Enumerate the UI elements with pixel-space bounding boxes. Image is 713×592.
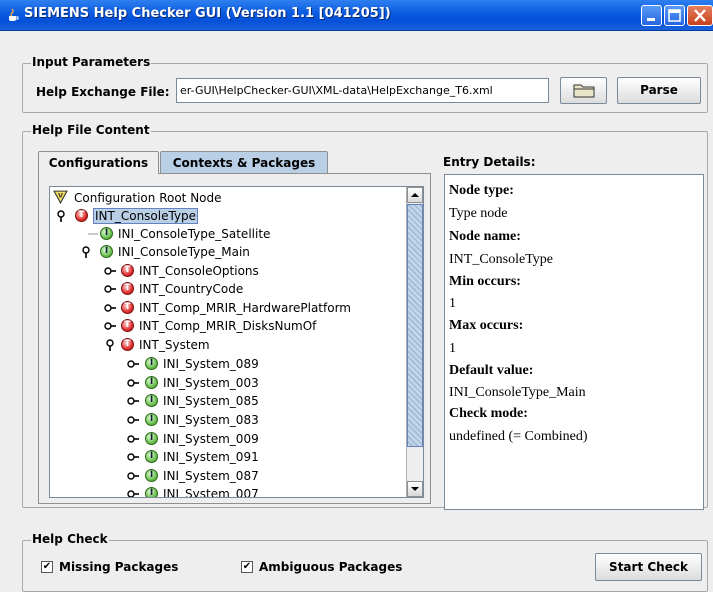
collapsed-handle-icon[interactable] xyxy=(104,302,116,314)
check-mode-value: undefined (= Combined) xyxy=(449,429,588,444)
help-exchange-file-label: Help Exchange File: xyxy=(36,85,170,99)
type-node-icon: T xyxy=(121,282,134,295)
minimize-icon xyxy=(647,18,655,21)
max-occurs-value: 1 xyxy=(449,341,456,356)
collapsed-handle-icon[interactable] xyxy=(127,433,139,445)
collapsed-handle-icon[interactable] xyxy=(127,358,139,370)
window-title: SIEMENS Help Checker GUI (Version 1.1 [0… xyxy=(24,6,391,21)
tree-node-label: INI_System_087 xyxy=(163,469,259,483)
parse-button[interactable]: Parse xyxy=(617,77,701,104)
java-cup-icon xyxy=(9,8,19,21)
scroll-up-button[interactable] xyxy=(407,187,423,203)
checkmark-icon: ✔ xyxy=(241,561,253,573)
expanded-handle-icon[interactable] xyxy=(55,210,67,222)
node-type-value: Type node xyxy=(449,206,508,221)
entry-details-panel: Node type: Type node Node name: INT_Cons… xyxy=(444,174,704,510)
node-name-key: Node name: xyxy=(449,229,521,244)
type-node-icon: T xyxy=(121,264,134,277)
collapsed-handle-icon[interactable] xyxy=(127,470,139,482)
collapsed-handle-icon[interactable] xyxy=(127,414,139,426)
type-node-icon: T xyxy=(75,209,88,222)
tree-node-label: INI_System_009 xyxy=(163,432,259,446)
scroll-down-button[interactable] xyxy=(407,481,423,497)
tree-node-label: INI_System_091 xyxy=(163,450,259,464)
help-check-legend: Help Check xyxy=(31,532,109,546)
ambiguous-packages-label: Ambiguous Packages xyxy=(259,560,403,574)
instance-node-icon: I xyxy=(145,357,158,370)
tree-node-label: INT_ConsoleOptions xyxy=(139,264,259,278)
collapsed-handle-icon[interactable] xyxy=(104,320,116,332)
instance-node-icon: I xyxy=(145,469,158,482)
default-value-value: INI_ConsoleType_Main xyxy=(449,385,586,400)
collapsed-handle-icon[interactable] xyxy=(127,488,139,498)
min-occurs-value: 1 xyxy=(449,296,456,311)
arrow-down-icon xyxy=(411,487,419,491)
collapsed-handle-icon[interactable] xyxy=(127,377,139,389)
missing-packages-label: Missing Packages xyxy=(59,560,179,574)
collapsed-handle-icon[interactable] xyxy=(104,265,116,277)
missing-packages-checkbox[interactable]: ✔ Missing Packages xyxy=(41,560,201,576)
tree-connector xyxy=(88,233,98,235)
arrow-up-icon xyxy=(411,193,419,197)
minimize-button[interactable] xyxy=(641,5,662,26)
instance-node-icon: I xyxy=(100,227,113,240)
check-mode-key: Check mode: xyxy=(449,406,528,421)
svg-text:V: V xyxy=(58,192,63,200)
folder-icon xyxy=(573,84,594,98)
type-node-icon: T xyxy=(121,319,134,332)
instance-node-icon: I xyxy=(145,376,158,389)
instance-node-icon: I xyxy=(145,450,158,463)
max-occurs-key: Max occurs: xyxy=(449,318,524,333)
root-node-icon: V xyxy=(53,190,68,204)
checkmark-icon: ✔ xyxy=(41,561,53,573)
expanded-handle-icon[interactable] xyxy=(80,246,92,258)
configuration-tree[interactable]: V Configuration Root Node T INT_ConsoleT… xyxy=(49,186,424,498)
scroll-thumb[interactable] xyxy=(407,204,423,447)
type-node-icon: T xyxy=(121,301,134,314)
tree-node-label: INI_System_089 xyxy=(163,357,259,371)
instance-node-icon: I xyxy=(145,413,158,426)
tree-node-label: INI_System_007 xyxy=(163,487,259,498)
tree-node-label: INI_ConsoleType_Satellite xyxy=(118,227,271,241)
collapsed-handle-icon[interactable] xyxy=(104,283,116,295)
tree-node-label: INI_System_003 xyxy=(163,376,259,390)
tree-node-label: INI_System_083 xyxy=(163,413,259,427)
instance-node-icon: I xyxy=(145,487,158,497)
instance-node-icon: I xyxy=(145,394,158,407)
min-occurs-key: Min occurs: xyxy=(449,274,521,289)
type-node-icon: T xyxy=(121,338,134,351)
close-icon xyxy=(694,9,706,22)
tree-node-label: INT_CountryCode xyxy=(139,282,244,296)
collapsed-handle-icon[interactable] xyxy=(127,451,139,463)
tree-node-label: INT_System xyxy=(139,338,210,352)
close-button[interactable] xyxy=(687,5,713,26)
title-bar[interactable]: SIEMENS Help Checker GUI (Version 1.1 [0… xyxy=(0,0,713,31)
instance-node-icon: I xyxy=(100,245,113,258)
help-exchange-file-input[interactable]: er-GUI\HelpChecker-GUI\XML-data\HelpExch… xyxy=(176,78,549,103)
instance-node-icon: I xyxy=(145,432,158,445)
tab-configurations[interactable]: Configurations xyxy=(38,151,159,174)
maximize-button[interactable] xyxy=(664,5,685,26)
start-check-button[interactable]: Start Check xyxy=(595,553,702,581)
collapsed-handle-icon[interactable] xyxy=(127,395,139,407)
expanded-handle-icon[interactable] xyxy=(104,339,116,351)
node-name-value: INT_ConsoleType xyxy=(449,252,554,267)
tab-contexts-packages[interactable]: Contexts & Packages xyxy=(160,151,328,173)
entry-details-label: Entry Details: xyxy=(443,155,536,169)
default-value-key: Default value: xyxy=(449,363,534,378)
tree-node-label: INT_ConsoleType xyxy=(93,208,199,224)
browse-button[interactable] xyxy=(560,77,607,104)
tree-node-label: INI_System_085 xyxy=(163,394,259,408)
maximize-icon xyxy=(668,9,681,22)
help-file-content-legend: Help File Content xyxy=(31,123,151,137)
tree-node-label: INI_ConsoleType_Main xyxy=(118,245,250,259)
ambiguous-packages-checkbox[interactable]: ✔ Ambiguous Packages xyxy=(241,560,421,576)
node-type-key: Node type: xyxy=(449,183,514,198)
input-parameters-legend: Input Parameters xyxy=(31,55,152,69)
tree-node-label: INT_Comp_MRIR_HardwarePlatform xyxy=(139,301,351,315)
tree-node-label: INT_Comp_MRIR_DisksNumOf xyxy=(139,319,317,333)
tree-scrollbar[interactable] xyxy=(406,187,423,497)
tree-node-label: Configuration Root Node xyxy=(74,191,222,205)
